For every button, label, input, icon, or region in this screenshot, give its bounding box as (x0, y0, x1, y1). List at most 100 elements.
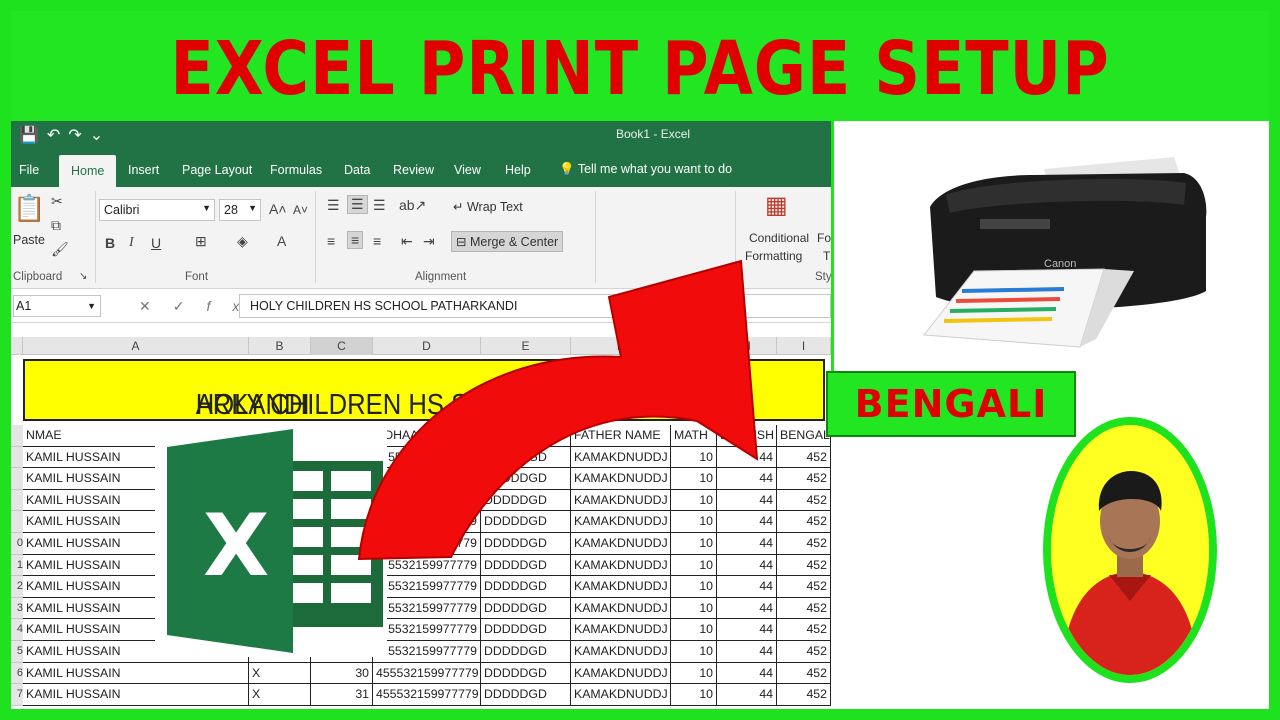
table-cell[interactable]: 5532159977779 (373, 597, 481, 620)
format-as-table-line2[interactable]: T (823, 249, 830, 263)
table-cell[interactable]: 5532159977779 (373, 619, 481, 641)
customize-qat-icon[interactable]: ⌄ (90, 127, 111, 144)
row-number[interactable] (11, 511, 23, 533)
font-color-icon[interactable]: A (277, 233, 286, 249)
font-name-select[interactable]: Calibri ▼ (99, 199, 215, 221)
table-cell[interactable]: 44 (717, 684, 777, 706)
italic-button[interactable]: I (129, 235, 134, 251)
tab-file[interactable]: File (19, 163, 39, 177)
table-cell[interactable]: KAMAKDNUDDJ (571, 619, 671, 641)
table-cell[interactable]: DDDDDGD (481, 684, 571, 706)
row-number[interactable]: 0 (11, 533, 23, 555)
column-header[interactable]: A (23, 337, 249, 355)
table-cell[interactable]: 452 (777, 662, 831, 685)
copy-icon[interactable]: ⧉ (51, 217, 61, 234)
row-number[interactable]: 7 (11, 684, 23, 706)
table-cell[interactable]: 452 (777, 533, 831, 555)
table-cell[interactable]: 452 (777, 489, 831, 512)
save-icon[interactable]: 💾 (19, 127, 47, 144)
table-cell[interactable]: DDDDDGD (481, 597, 571, 620)
name-box[interactable]: A1 ▼ (13, 295, 101, 317)
table-cell[interactable]: 5532159977779 (373, 576, 481, 598)
table-cell[interactable]: 44 (717, 619, 777, 641)
table-cell[interactable]: 44 (717, 597, 777, 620)
tell-me-box[interactable]: 💡 Tell me what you want to do (559, 162, 732, 177)
top-align-icon[interactable]: ☰ (327, 197, 340, 214)
table-cell[interactable]: DDDDDGD (481, 619, 571, 641)
table-cell[interactable]: KAMAKDNUDDJ (571, 597, 671, 620)
select-all-corner[interactable] (11, 337, 23, 355)
table-cell[interactable]: 452 (777, 468, 831, 490)
tab-data[interactable]: Data (344, 163, 370, 177)
table-cell[interactable]: KAMAKDNUDDJ (571, 662, 671, 685)
table-cell[interactable]: 452 (777, 576, 831, 598)
tab-help[interactable]: Help (505, 163, 531, 177)
paste-button[interactable]: Paste (13, 233, 45, 247)
row-number[interactable]: 4 (11, 619, 23, 641)
fill-color-icon[interactable]: ◈ (237, 233, 248, 250)
table-cell[interactable]: KAMAKDNUDDJ (571, 641, 671, 663)
table-cell[interactable]: 452 (777, 641, 831, 663)
table-cell[interactable]: DDDDDGD (481, 576, 571, 598)
table-cell[interactable]: KAMAKDNUDDJ (571, 684, 671, 706)
table-cell[interactable]: 452 (777, 554, 831, 577)
orientation-icon[interactable]: ab↗ (399, 197, 426, 214)
table-cell[interactable]: 452 (777, 684, 831, 706)
borders-icon[interactable]: ⊞ (195, 233, 207, 250)
cancel-icon[interactable]: ✕ (139, 298, 173, 314)
table-cell[interactable]: 455532159977779 (373, 662, 481, 685)
row-number[interactable]: 1 (11, 554, 23, 577)
table-cell[interactable]: KAMAKDNUDDJ (571, 576, 671, 598)
table-cell[interactable]: 30 (311, 662, 373, 685)
table-cell[interactable]: X (249, 684, 311, 706)
table-cell[interactable]: 44 (717, 576, 777, 598)
table-cell[interactable]: 455532159977779 (373, 684, 481, 706)
quick-access-toolbar[interactable]: 💾↶↷⌄ (19, 125, 111, 145)
row-number[interactable]: 5 (11, 641, 23, 663)
tab-page-layout[interactable]: Page Layout (182, 163, 252, 177)
table-cell[interactable]: 10 (671, 641, 717, 663)
row-number[interactable]: 2 (11, 576, 23, 598)
table-cell[interactable]: 10 (671, 576, 717, 598)
tab-review[interactable]: Review (393, 163, 434, 177)
align-left-icon[interactable]: ≡ (327, 233, 335, 249)
row-number[interactable] (11, 425, 23, 447)
column-header[interactable]: B (249, 337, 311, 355)
tab-view[interactable]: View (454, 163, 481, 177)
paste-icon[interactable]: 📋 (13, 193, 45, 224)
table-cell[interactable]: 44 (717, 641, 777, 663)
tab-formulas[interactable]: Formulas (270, 163, 322, 177)
table-cell[interactable]: DDDDDGD (481, 662, 571, 685)
column-header[interactable]: I (777, 337, 831, 355)
table-cell[interactable]: 10 (671, 662, 717, 685)
table-cell[interactable]: 10 (671, 684, 717, 706)
font-size-select[interactable]: 28 ▼ (219, 199, 261, 221)
row-number[interactable] (11, 446, 23, 469)
undo-icon[interactable]: ↶ (47, 127, 68, 144)
format-painter-icon[interactable]: 🖌 (51, 241, 69, 258)
redo-icon[interactable]: ↷ (68, 127, 89, 144)
row-number[interactable] (11, 468, 23, 490)
decrease-font-icon[interactable]: A˅ (293, 203, 308, 217)
table-cell[interactable]: 452 (777, 619, 831, 641)
tab-insert[interactable]: Insert (128, 163, 159, 177)
middle-align-icon[interactable]: ☰ (347, 195, 368, 214)
conditional-formatting-icon[interactable]: ▦ (765, 191, 788, 220)
table-cell[interactable]: 31 (311, 684, 373, 706)
wrap-text-button[interactable]: ↵ Wrap Text (453, 199, 523, 214)
bottom-align-icon[interactable]: ☰ (373, 197, 386, 214)
enter-icon[interactable]: ✓ (173, 298, 207, 314)
table-cell[interactable]: 44 (717, 662, 777, 685)
dialog-launcher-icon[interactable]: ↘ (79, 271, 87, 282)
underline-button[interactable]: U (151, 235, 161, 251)
bold-button[interactable]: B (105, 235, 115, 251)
increase-font-icon[interactable]: A˄ (269, 201, 287, 217)
table-cell[interactable]: KAMIL HUSSAIN (23, 662, 249, 685)
row-number[interactable]: 3 (11, 597, 23, 620)
table-cell[interactable]: 452 (777, 511, 831, 533)
row-number[interactable] (11, 489, 23, 512)
table-cell[interactable]: KAMIL HUSSAIN (23, 684, 249, 706)
table-cell[interactable]: 452 (777, 597, 831, 620)
row-number[interactable]: 6 (11, 662, 23, 685)
format-as-table-line1[interactable]: Fo (817, 231, 831, 245)
